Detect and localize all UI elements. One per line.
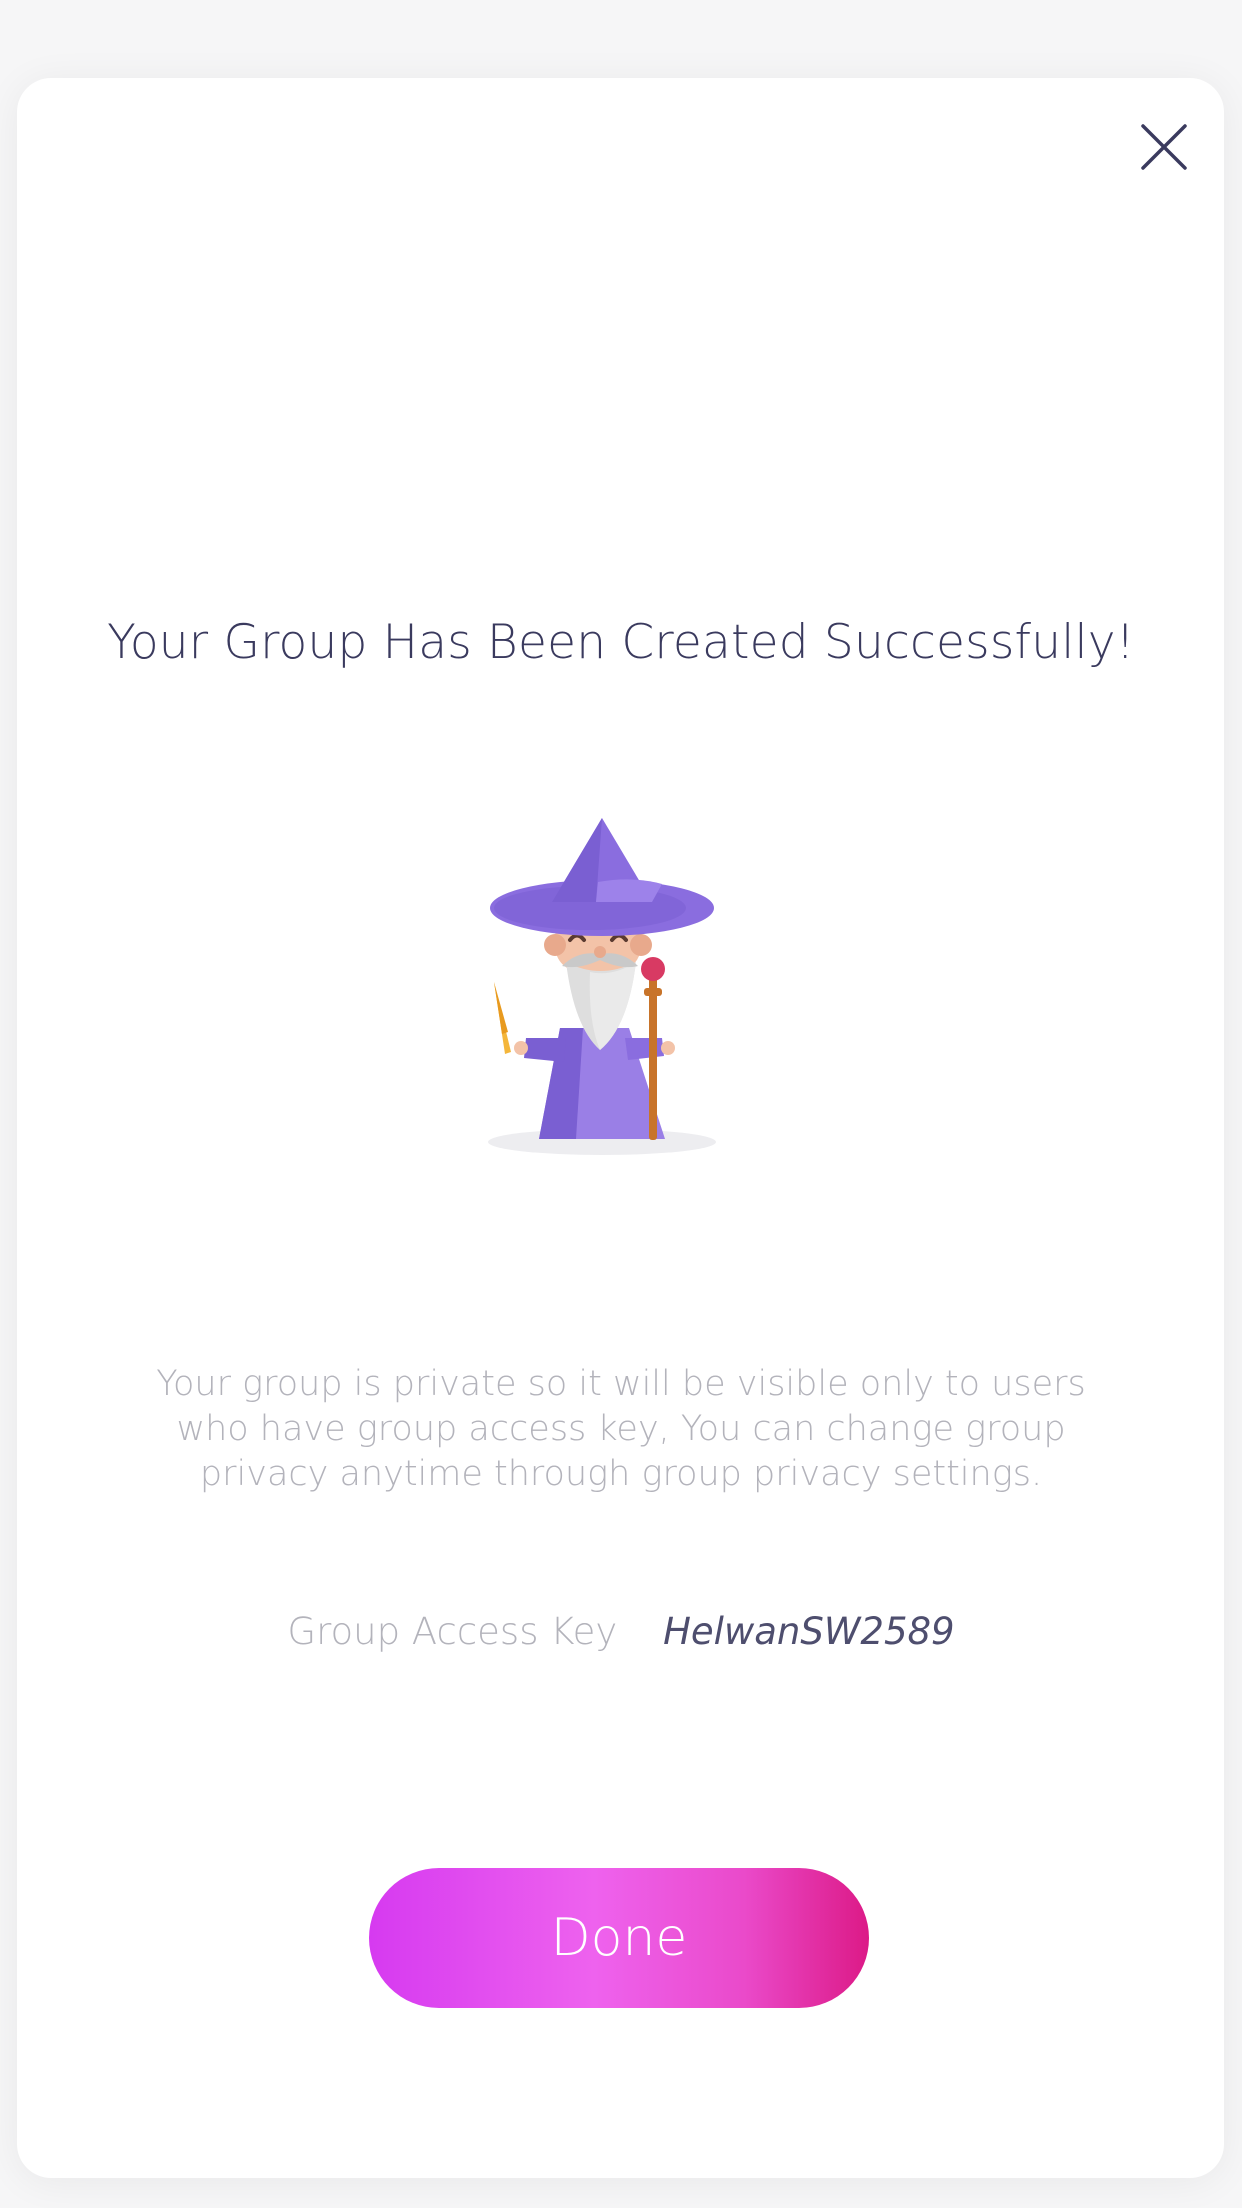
close-icon — [1141, 124, 1187, 170]
access-key-row: Group Access Key HelwanSW2589 — [0, 1610, 1242, 1660]
page-title: Your Group Has Been Created Successfully… — [107, 615, 1135, 670]
access-key-label: Group Access Key — [287, 1610, 618, 1653]
wizard-illustration — [478, 812, 728, 1162]
privacy-description: Your group is private so it will be visi… — [156, 1364, 1086, 1494]
done-button[interactable]: Done — [369, 1868, 869, 2008]
close-button[interactable] — [1120, 108, 1200, 188]
access-key-value[interactable]: HelwanSW2589 — [663, 1610, 954, 1653]
